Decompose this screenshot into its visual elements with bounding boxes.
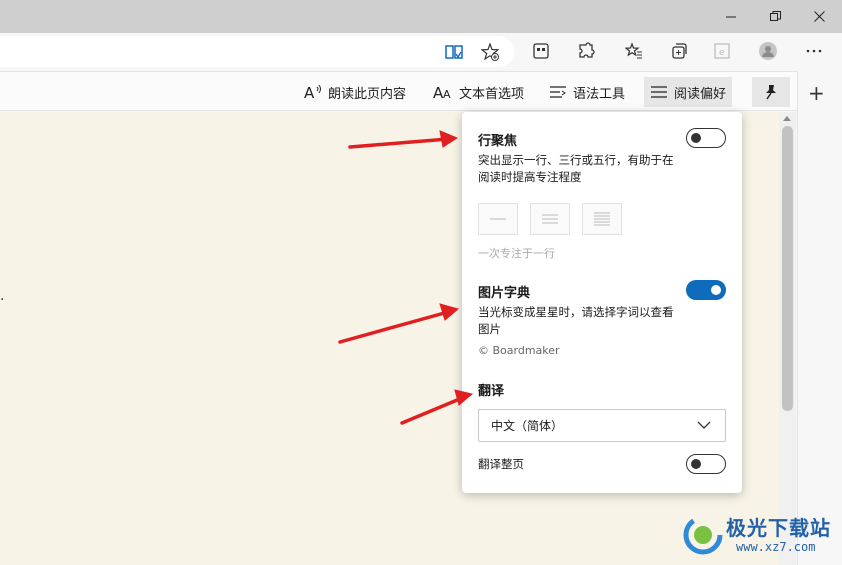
address-bar[interactable] (0, 36, 514, 67)
read-aloud-label: 朗读此页内容 (328, 86, 407, 102)
focus-one-line-button[interactable] (478, 203, 518, 235)
svg-text:A: A (304, 84, 315, 100)
read-aloud-button[interactable]: A 朗读此页内容 (304, 80, 406, 104)
scrollbar[interactable] (779, 112, 796, 565)
grammar-tools-label: 语法工具 (573, 86, 626, 102)
language-select-value: 中文（简体） (491, 419, 564, 433)
text-preferences-button[interactable]: AA 文本首选项 (433, 80, 524, 104)
scroll-thumb[interactable] (782, 126, 793, 411)
text-preferences-label: 文本首选项 (459, 86, 525, 102)
line-focus-hint: 一次专注于一行 (478, 247, 555, 260)
watermark-title: 极光下载站 (726, 516, 831, 540)
extensions-icon[interactable] (572, 37, 600, 65)
title-bar (0, 0, 842, 33)
pin-button[interactable] (752, 77, 790, 107)
grammar-tools-icon (550, 86, 566, 98)
add-icon[interactable]: + (808, 81, 825, 105)
watermark: 极光下载站 www.xz7.com (680, 510, 840, 562)
svg-text:A: A (443, 88, 451, 100)
app-icon[interactable] (527, 37, 555, 65)
watermark-url: www.xz7.com (736, 540, 816, 554)
language-select[interactable]: 中文（简体） (478, 409, 726, 442)
focus-five-lines-button[interactable] (582, 203, 622, 235)
collections-icon[interactable] (665, 37, 693, 65)
three-lines-icon (542, 214, 558, 224)
five-lines-icon (594, 212, 610, 226)
immersive-reader-icon[interactable] (440, 38, 468, 66)
translate-page-label: 翻译整页 (478, 457, 524, 471)
one-line-icon (490, 218, 506, 220)
scroll-up-icon[interactable] (783, 116, 791, 121)
chevron-down-icon (697, 421, 711, 429)
close-icon[interactable] (796, 0, 842, 33)
svg-text:e: e (719, 48, 725, 58)
picture-dictionary-description: 当光标变成星星时，请选择字词以查看图片 (478, 305, 674, 336)
line-focus-toggle[interactable] (686, 128, 726, 148)
add-favorite-icon[interactable] (476, 38, 504, 66)
page-text: . (0, 288, 5, 304)
picture-dictionary-title: 图片字典 (478, 286, 531, 301)
reading-preferences-icon (651, 86, 667, 98)
translate-page-toggle[interactable] (686, 454, 726, 474)
picture-dictionary-toggle[interactable] (686, 280, 726, 300)
watermark-logo-icon (683, 515, 723, 555)
picture-dictionary-source: © Boardmaker (478, 344, 560, 357)
pin-icon (766, 85, 776, 100)
focus-three-lines-button[interactable] (530, 203, 570, 235)
favorites-icon[interactable] (620, 37, 648, 65)
grammar-tools-button[interactable]: 语法工具 (549, 80, 625, 104)
reading-preferences-label: 阅读偏好 (674, 86, 727, 102)
line-focus-title: 行聚焦 (478, 134, 518, 149)
browser-toolbar: e (0, 33, 842, 70)
reading-preferences-panel: 行聚焦 突出显示一行、三行或五行，有助于在阅读时提高专注程度 一次专注于一行 图… (462, 112, 742, 493)
restore-icon[interactable] (752, 0, 798, 33)
immersive-reader-toolbar: A 朗读此页内容 AA 文本首选项 语法工具 阅读偏好 (0, 71, 797, 111)
text-preferences-icon: AA (433, 84, 451, 100)
profile-icon[interactable] (754, 37, 782, 65)
line-focus-description: 突出显示一行、三行或五行，有助于在阅读时提高专注程度 (478, 153, 674, 184)
more-icon[interactable] (800, 37, 828, 65)
internet-explorer-icon[interactable]: e (708, 37, 736, 65)
minimize-icon[interactable] (708, 0, 754, 33)
translate-title: 翻译 (478, 384, 505, 399)
reading-preferences-button[interactable]: 阅读偏好 (644, 77, 733, 107)
right-sidebar: + (797, 71, 842, 565)
read-aloud-icon: A (304, 84, 321, 100)
